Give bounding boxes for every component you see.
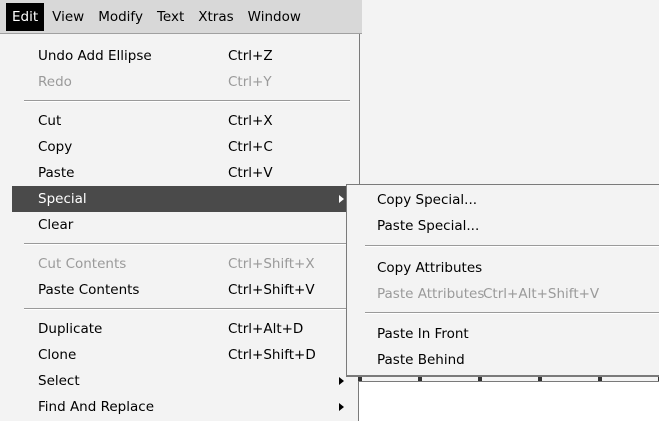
menu-item-label: Find And Replace [38,399,155,415]
menu-item-shortcut: Ctrl+Alt+D [228,321,304,337]
menu-item-label: Paste Contents [38,282,140,298]
special-submenu: Copy Special... Paste Special... Copy At… [346,184,659,376]
menu-separator [24,243,350,245]
menu-window[interactable]: Window [242,3,307,31]
menu-item-label: Paste In Front [377,326,469,342]
submenu-item-paste-attributes[interactable]: Paste Attributes Ctrl+Alt+Shift+V [347,281,659,307]
menu-item-label: Cut [38,113,62,129]
menu-item-duplicate[interactable]: Duplicate Ctrl+Alt+D [12,316,352,342]
submenu-arrow-icon [339,377,344,385]
menu-item-shortcut: Ctrl+Z [228,48,273,64]
menu-item-special[interactable]: Special [12,186,352,212]
menu-separator [24,100,350,102]
menu-item-cut-contents[interactable]: Cut Contents Ctrl+Shift+X [12,251,352,277]
menu-item-label: Paste Behind [377,352,465,368]
menu-item-label: Copy Special... [377,192,478,208]
menu-item-paste-contents[interactable]: Paste Contents Ctrl+Shift+V [12,277,352,303]
document-canvas[interactable] [358,381,659,421]
menu-xtras[interactable]: Xtras [192,3,239,31]
menu-item-find-and-replace[interactable]: Find And Replace [12,394,352,420]
menu-view[interactable]: View [46,3,90,31]
menu-item-shortcut: Ctrl+V [228,165,273,181]
menu-item-label: Clear [38,217,74,233]
menu-item-shortcut: Ctrl+Alt+Shift+V [483,286,600,302]
menu-text[interactable]: Text [151,3,190,31]
edit-menu-dropdown: Undo Add Ellipse Ctrl+Z Redo Ctrl+Y Cut … [0,34,360,421]
menu-item-undo[interactable]: Undo Add Ellipse Ctrl+Z [12,43,352,69]
menu-item-cut[interactable]: Cut Ctrl+X [12,108,352,134]
menu-item-paste[interactable]: Paste Ctrl+V [12,160,352,186]
menu-item-redo[interactable]: Redo Ctrl+Y [12,69,352,95]
menu-separator [24,308,350,310]
menu-edit[interactable]: Edit [6,2,45,31]
menu-item-copy[interactable]: Copy Ctrl+C [12,134,352,160]
menu-item-shortcut: Ctrl+Y [228,74,272,90]
menu-item-label: Copy [38,139,73,155]
menu-item-label: Undo Add Ellipse [38,48,152,64]
menu-item-shortcut: Ctrl+X [228,113,273,129]
menu-separator [365,245,659,247]
submenu-item-paste-in-front[interactable]: Paste In Front [347,321,659,347]
submenu-item-paste-special[interactable]: Paste Special... [347,213,659,239]
submenu-arrow-icon [339,195,344,203]
menu-item-clone[interactable]: Clone Ctrl+Shift+D [12,342,352,368]
document-canvas-edge [346,376,659,421]
submenu-item-paste-behind[interactable]: Paste Behind [347,347,659,373]
menu-modify[interactable]: Modify [92,3,149,31]
submenu-item-copy-attributes[interactable]: Copy Attributes [347,255,659,281]
submenu-item-copy-special[interactable]: Copy Special... [347,187,659,213]
menu-item-label: Special [38,191,87,207]
menu-item-label: Duplicate [38,321,103,337]
submenu-arrow-icon [339,403,344,411]
menu-item-shortcut: Ctrl+C [228,139,273,155]
menu-item-label: Copy Attributes [377,260,483,276]
menu-item-label: Redo [38,74,72,90]
menu-bar: Edit View Modify Text Xtras Window [0,0,362,34]
menu-item-label: Paste Special... [377,218,480,234]
menu-item-label: Paste [38,165,75,181]
menu-item-label: Select [38,373,80,389]
menu-separator [365,312,659,314]
menu-item-shortcut: Ctrl+Shift+X [228,256,315,272]
menu-item-label: Clone [38,347,77,363]
menu-item-clear[interactable]: Clear [12,212,352,238]
menu-item-label: Cut Contents [38,256,127,272]
menu-item-shortcut: Ctrl+Shift+D [228,347,316,363]
menu-item-select[interactable]: Select [12,368,352,394]
menu-item-shortcut: Ctrl+Shift+V [228,282,315,298]
menu-item-label: Paste Attributes [377,286,485,302]
